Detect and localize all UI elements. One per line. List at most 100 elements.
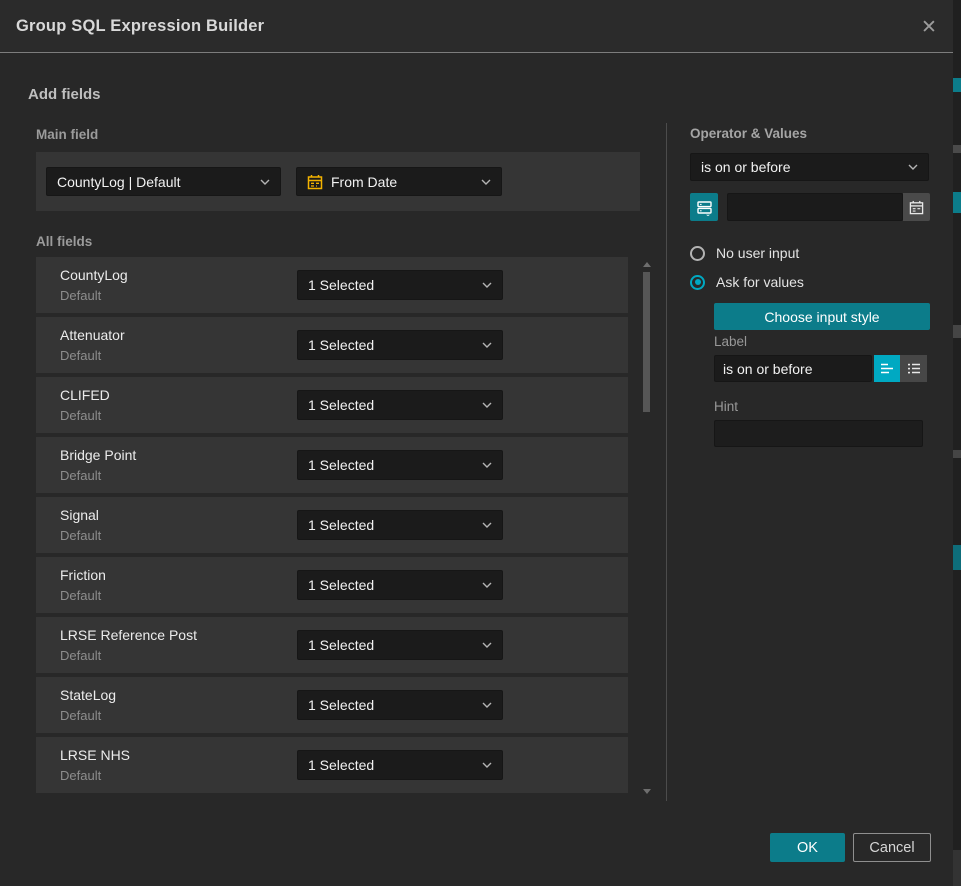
edge-fragment [953,545,961,570]
field-row: Bridge Point Default 1 Selected [36,437,628,493]
scroll-down-icon[interactable] [643,789,651,794]
fields-list-scrollbar[interactable] [642,258,651,798]
all-fields-heading: All fields [36,234,92,249]
edge-fragment [953,192,961,213]
chevron-down-icon [482,582,492,588]
align-left-icon [879,361,895,376]
background-app-edge [953,0,961,886]
main-field-container: CountyLog | Default From Date [36,152,640,211]
field-row: CLIFED Default 1 Selected [36,377,628,433]
field-values-select[interactable]: 1 Selected [297,510,503,540]
field-values-select-value: 1 Selected [308,337,474,353]
scrollbar-thumb[interactable] [643,272,650,412]
operator-select[interactable]: is on or before [690,153,929,181]
field-values-select-value: 1 Selected [308,517,474,533]
field-values-select[interactable]: 1 Selected [297,570,503,600]
cancel-button[interactable]: Cancel [853,833,931,862]
scroll-up-icon[interactable] [643,262,651,267]
radio-circle-icon[interactable] [690,246,705,261]
field-name: StateLog [60,687,116,703]
field-values-select-value: 1 Selected [308,637,474,653]
edge-fragment [953,450,961,458]
ok-button[interactable]: OK [770,833,845,862]
field-name: Signal [60,507,99,523]
field-sublabel: Default [60,588,101,603]
single-line-input-style-button[interactable] [874,355,900,382]
bullet-list-icon [906,361,922,376]
choose-input-style-button[interactable]: Choose input style [714,303,930,330]
field-values-select[interactable]: 1 Selected [297,330,503,360]
field-values-select[interactable]: 1 Selected [297,750,503,780]
stacked-values-icon [696,199,713,216]
all-fields-list: CountyLog Default 1 Selected Attenuator … [36,257,628,797]
hint-input[interactable] [714,420,923,447]
radio-label: Ask for values [716,274,804,290]
field-name: Attenuator [60,327,125,343]
field-sublabel: Default [60,768,101,783]
field-values-select-value: 1 Selected [308,457,474,473]
field-values-select-value: 1 Selected [308,697,474,713]
radio-label: No user input [716,245,799,261]
field-row: Signal Default 1 Selected [36,497,628,553]
chevron-down-icon [908,164,918,170]
calendar-icon [909,200,924,215]
edge-fragment [953,850,961,886]
field-row: Attenuator Default 1 Selected [36,317,628,373]
field-sublabel: Default [60,288,101,303]
list-input-style-button[interactable] [900,355,927,382]
operator-values-heading: Operator & Values [690,126,807,141]
chevron-down-icon [481,179,491,185]
dialog-titlebar: Group SQL Expression Builder ✕ [0,0,953,53]
field-values-select[interactable]: 1 Selected [297,690,503,720]
field-values-select-value: 1 Selected [308,757,474,773]
main-field-select-value: From Date [331,174,473,190]
radio-no-user-input[interactable]: No user input [690,245,799,261]
group-sql-expression-builder-dialog: Group SQL Expression Builder ✕ Add field… [0,0,961,886]
field-name: CLIFED [60,387,110,403]
radio-circle-icon[interactable] [690,275,705,290]
chevron-down-icon [482,282,492,288]
calendar-icon [307,174,323,190]
field-values-select-value: 1 Selected [308,397,474,413]
hint-heading: Hint [714,399,738,414]
radio-ask-for-values[interactable]: Ask for values [690,274,804,290]
field-sublabel: Default [60,468,101,483]
chevron-down-icon [482,462,492,468]
value-input[interactable] [727,193,903,221]
add-fields-heading: Add fields [28,86,101,103]
operator-select-value: is on or before [701,159,900,175]
dialog-title: Group SQL Expression Builder [16,0,264,52]
close-icon[interactable]: ✕ [915,13,943,41]
field-row: CountyLog Default 1 Selected [36,257,628,313]
label-heading: Label [714,334,747,349]
layer-select-value: CountyLog | Default [57,174,252,190]
field-row: LRSE NHS Default 1 Selected [36,737,628,793]
chevron-down-icon [482,702,492,708]
field-name: Bridge Point [60,447,136,463]
field-sublabel: Default [60,528,101,543]
chevron-down-icon [482,762,492,768]
layer-select[interactable]: CountyLog | Default [46,167,281,196]
main-field-heading: Main field [36,127,98,142]
field-name: LRSE Reference Post [60,627,197,643]
field-values-select[interactable]: 1 Selected [297,630,503,660]
edge-fragment [953,145,961,153]
field-name: Friction [60,567,106,583]
chevron-down-icon [482,642,492,648]
field-values-select[interactable]: 1 Selected [297,390,503,420]
field-name: LRSE NHS [60,747,130,763]
field-values-select[interactable]: 1 Selected [297,270,503,300]
field-sublabel: Default [60,648,101,663]
date-picker-button[interactable] [903,193,930,221]
label-input[interactable] [714,355,872,382]
value-input-type-button[interactable] [690,193,718,221]
field-row: LRSE Reference Post Default 1 Selected [36,617,628,673]
panel-divider [666,123,667,801]
edge-fragment [953,78,961,92]
field-name: CountyLog [60,267,128,283]
field-values-select[interactable]: 1 Selected [297,450,503,480]
field-sublabel: Default [60,708,101,723]
main-field-select[interactable]: From Date [296,167,502,196]
field-sublabel: Default [60,408,101,423]
field-row: Friction Default 1 Selected [36,557,628,613]
